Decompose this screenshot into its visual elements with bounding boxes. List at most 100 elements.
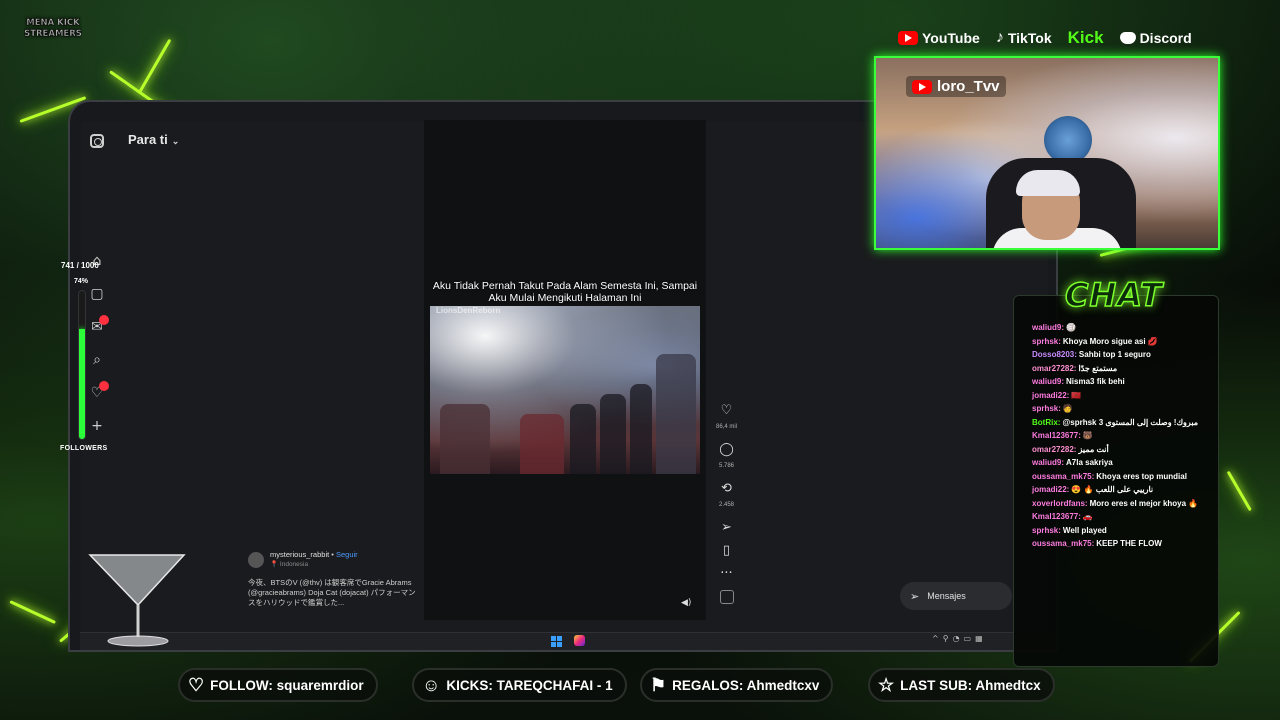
chat-username[interactable]: oussama_mk75: [1032, 539, 1094, 548]
chat-text: Khoya Moro sigue asi 💋 [1062, 336, 1158, 346]
chat-message: xoverlordfans: Moro eres el mejor khoya 🔥 [1032, 499, 1212, 510]
chat-text: 😍 🔥 نارييي على اللعب [1071, 485, 1154, 494]
follower-goal-bar [78, 290, 86, 440]
reels-icon[interactable]: ▢ [88, 285, 106, 303]
messages-icon[interactable]: ✉ [88, 315, 109, 336]
chat-username[interactable]: oussama_mk75: [1032, 472, 1094, 481]
system-tray: ^⚲◔▭▦ [932, 634, 987, 643]
chat-username[interactable]: omar27282: [1032, 445, 1076, 454]
chat-message: jomadi22: 🇲🇦 [1032, 391, 1212, 402]
gifts-label: REGALOS: Ahmedtcxv [672, 677, 820, 693]
notification-badge [99, 381, 109, 391]
audio-button[interactable] [719, 590, 734, 604]
follow-pill: ♡ FOLLOW: squaremrdior [178, 668, 378, 702]
chat-username[interactable]: xoverlordfans: [1032, 499, 1088, 508]
lightning-decoration [138, 38, 172, 93]
follower-goal-label: FOLLOWERS [60, 445, 108, 452]
chat-username[interactable]: waliud9: [1032, 377, 1064, 386]
chat-text: مستمتع جدًا [1078, 363, 1118, 373]
like-button[interactable]: ♡ 86,4 mil [716, 404, 737, 434]
repost-button[interactable]: ⟲ 2.458 [719, 482, 734, 512]
messages-button[interactable]: ➢ Mensajes [900, 582, 1012, 610]
chat-message: jomadi22: 😍 🔥 نارييي على اللعب [1032, 485, 1212, 496]
chat-text: 🐻 [1082, 431, 1093, 440]
reel-video[interactable]: Aku Tidak Pernah Takut Pada Alam Semesta… [424, 120, 706, 620]
post-location: Indonesia [279, 561, 309, 568]
more-icon: ··· [720, 566, 733, 581]
chat-message: waliud9: Nisma3 fik behi [1032, 377, 1212, 388]
more-button[interactable]: ··· [720, 567, 732, 581]
reposts-count: 2.458 [719, 502, 735, 508]
chat-message: waliud9: A7la sakriya [1032, 458, 1212, 469]
chat-username[interactable]: sprhsk: [1032, 526, 1061, 535]
follower-goal-fill [79, 329, 85, 439]
chat-username[interactable]: omar27282: [1032, 364, 1076, 373]
kicks-pill: ☺ KICKS: TAREQCHAFAI - 1 [412, 668, 627, 702]
chat-text: Sahbi top 1 seguro [1078, 350, 1151, 359]
youtube-icon [912, 79, 932, 94]
comment-button[interactable]: ◯ 5.786 [719, 443, 734, 473]
gift-icon: ⚑ [650, 674, 667, 695]
chevron-up-icon[interactable]: ^ [932, 634, 943, 643]
chat-username[interactable]: Kmal123677: [1032, 431, 1081, 440]
chat-message: oussama_mk75: Khoya eres top mundial [1032, 472, 1212, 483]
chat-title: CHAT [1064, 275, 1163, 315]
feed-title: Para ti [128, 132, 168, 147]
chat-text: 🏐 [1066, 323, 1076, 332]
battery-icon[interactable]: ▭ [964, 634, 976, 643]
search-icon[interactable]: ⌕ [88, 351, 106, 369]
follow-link[interactable]: Seguir [336, 550, 358, 559]
chat-message: Kmal123677: 🚗 [1032, 512, 1212, 523]
follow-label: FOLLOW: squaremrdior [210, 677, 364, 693]
chat-username[interactable]: jomadi22: [1032, 485, 1069, 494]
follower-goal-percent: 74% [74, 278, 89, 285]
chat-username[interactable]: waliud9: [1032, 323, 1064, 332]
chat-username[interactable]: BotRix: [1032, 418, 1060, 427]
user-icon: ☺ [422, 674, 441, 695]
feed-selector[interactable]: Para ti ⌄ [128, 132, 179, 147]
youtube-icon [898, 31, 918, 45]
chat-message: sprhsk: Well played [1032, 526, 1212, 537]
heart-icon: ♡ [720, 403, 733, 418]
chat-message: omar27282: أنت مميز [1032, 445, 1212, 456]
bottom-info-bar: ♡ FOLLOW: squaremrdior ☺ KICKS: TAREQCHA… [0, 664, 1280, 704]
chat-username[interactable]: sprhsk: [1032, 404, 1061, 413]
speaker-icon[interactable]: ◀) [681, 598, 691, 608]
save-button[interactable]: ▯ [723, 544, 730, 558]
stream-overlay: MENA KICK STREAMERS YouTube ♪ TikTok Kic… [0, 0, 1280, 720]
video-frame: LionsDenReborn [430, 306, 700, 474]
chat-text: KEEP THE FLOW [1096, 539, 1162, 548]
chat-text: 🚗 [1082, 512, 1093, 521]
lightning-decoration [1226, 470, 1252, 512]
chat-username[interactable]: Kmal123677: [1032, 512, 1081, 521]
wifi-icon[interactable]: ◔ [953, 634, 964, 643]
chat-message: oussama_mk75: KEEP THE FLOW [1032, 539, 1212, 550]
chat-message: omar27282: مستمتع جدًا [1032, 364, 1212, 375]
crowd-person [440, 404, 490, 474]
mic-icon[interactable]: ⚲ [943, 634, 953, 643]
post-meta: mysterious_rabbit • Seguir 📍 Indonesia 今… [248, 550, 418, 608]
windows-taskbar [80, 632, 1056, 650]
social-discord-label: Discord [1139, 30, 1192, 46]
windows-start-icon[interactable] [551, 636, 562, 647]
discord-icon [1119, 32, 1136, 44]
repost-icon: ⟲ [721, 481, 732, 496]
chat-username[interactable]: Dosso8203: [1032, 350, 1077, 359]
chat-username[interactable]: waliud9: [1032, 458, 1064, 467]
share-button[interactable]: ➢ [721, 521, 732, 535]
follower-goal-count: 741 / 1000 [61, 261, 99, 270]
chat-text: 🧑 [1062, 404, 1073, 413]
post-author[interactable]: mysterious_rabbit [270, 550, 329, 559]
chat-username[interactable]: sprhsk: [1032, 337, 1061, 346]
kick-logo: Kick [1067, 28, 1104, 47]
chat-username[interactable]: jomadi22: [1032, 391, 1069, 400]
video-watermark: LionsDenReborn [436, 306, 501, 315]
instagram-taskbar-icon[interactable] [574, 635, 585, 646]
clock-icon[interactable]: ▦ [975, 634, 987, 643]
webcam-feed: loro_Tvv [874, 56, 1220, 250]
instagram-icon[interactable] [90, 134, 104, 148]
create-icon[interactable]: + [88, 417, 106, 435]
chat-message: Kmal123677: 🐻 [1032, 431, 1212, 442]
social-discord: Discord [1119, 30, 1192, 46]
notifications-icon[interactable]: ♡ [88, 381, 109, 402]
